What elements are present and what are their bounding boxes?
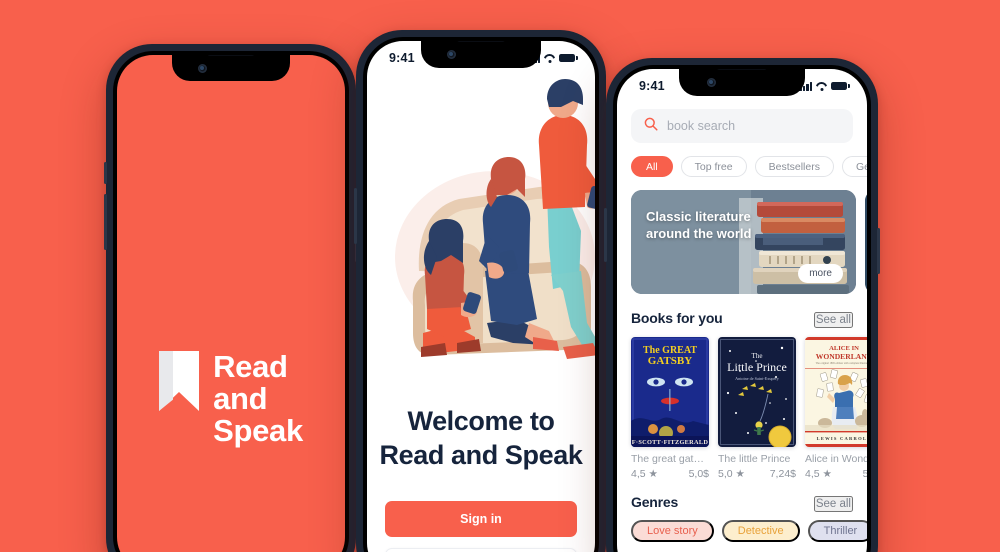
poster-stage: Read and Speak 9:41 Welcome to Read and … <box>0 0 1000 552</box>
notch-right <box>679 69 805 96</box>
phone-right: 9:41 book search All Top free Bestseller… <box>604 58 880 552</box>
the-little-prince-cover: The Little Prince Antoine de Saint-Exupé… <box>718 337 796 447</box>
books-section-header: Books for you See all <box>617 294 867 328</box>
svg-text:Little Prince: Little Prince <box>727 360 787 374</box>
book-price: 5,0$ <box>862 468 867 480</box>
onboarding-illustration <box>367 75 595 375</box>
auth-actions: Sign in Continue with Apple <box>385 501 577 552</box>
search-placeholder: book search <box>667 119 736 133</box>
status-time: 9:41 <box>389 51 415 65</box>
genres-see-all-link[interactable]: See all <box>813 496 853 512</box>
book-rating: 4,5 ★ <box>805 468 832 480</box>
book-card[interactable]: The GREAT GATSBY F·SCOTT·FITZGERALD The … <box>631 337 709 480</box>
books-carousel[interactable]: The GREAT GATSBY F·SCOTT·FITZGERALD The … <box>617 328 867 480</box>
front-camera-icon <box>197 63 207 73</box>
earpiece-speaker <box>207 55 255 56</box>
volume-buttons-left[interactable] <box>104 194 107 250</box>
earpiece-speaker <box>457 41 505 42</box>
book-meta: 5,0 ★ 7,24$ <box>718 468 796 480</box>
volume-buttons-right[interactable] <box>604 208 607 262</box>
promo-banner-next[interactable]: Classic literature around the world <box>865 190 867 294</box>
front-camera-icon <box>706 78 716 87</box>
books-section-title: Books for you <box>631 310 723 326</box>
bookmark-icon <box>159 351 200 411</box>
continue-with-apple-button[interactable]: Continue with Apple <box>385 548 577 552</box>
phone-middle: 9:41 Welcome to Read and Speak Sign in <box>354 30 608 552</box>
svg-text:ALICE IN: ALICE IN <box>829 345 859 352</box>
phone-middle-screen: 9:41 Welcome to Read and Speak Sign in <box>367 41 595 552</box>
svg-text:The original 1865 edition with: The original 1865 edition with complete … <box>816 362 867 365</box>
promo-banner[interactable]: Classic literature around the world more <box>631 190 856 294</box>
app-logo-text: Read and Speak <box>213 351 303 447</box>
battery-icon <box>831 81 850 91</box>
power-button-right-phone[interactable] <box>877 228 880 274</box>
notch-middle <box>421 41 541 68</box>
book-rating: 5,0 ★ <box>718 468 745 480</box>
banner-title-line-1: Classic literature <box>646 209 751 224</box>
page-title: Welcome to Read and Speak <box>367 405 595 473</box>
phone-left-bezel: Read and Speak <box>113 51 349 552</box>
book-price: 7,24$ <box>769 468 796 480</box>
wifi-icon <box>816 82 827 91</box>
svg-text:Antoine de Saint-Exupéry: Antoine de Saint-Exupéry <box>735 376 780 381</box>
phone-right-bezel: 9:41 book search All Top free Bestseller… <box>613 65 871 552</box>
sign-in-button[interactable]: Sign in <box>385 501 577 537</box>
genre-chip-detective[interactable]: Detective <box>721 520 800 542</box>
book-price: 5,0$ <box>688 468 709 480</box>
front-camera-icon <box>447 50 457 59</box>
search-icon <box>644 117 658 136</box>
genres-chip-row[interactable]: Love story Detective Thriller <box>617 512 867 542</box>
mute-switch-left[interactable] <box>104 162 107 184</box>
svg-text:GATSBY: GATSBY <box>648 355 692 367</box>
book-title: Alice in Wonder... <box>805 453 867 465</box>
svg-text:F·SCOTT·FITZGERALD: F·SCOTT·FITZGERALD <box>632 439 709 446</box>
volume-buttons-middle[interactable] <box>354 188 357 244</box>
genres-section-title: Genres <box>631 494 679 510</box>
filter-chip-row: All Top free Bestsellers Genres <box>617 143 867 177</box>
genre-chip-love-story[interactable]: Love story <box>631 520 714 542</box>
book-title: The great gatsby <box>631 453 709 465</box>
books-see-all-link[interactable]: See all <box>813 312 853 328</box>
title-line-2: Read and Speak <box>379 439 583 470</box>
notch-left <box>172 55 290 81</box>
banner-title-line-2: around the world <box>646 225 752 241</box>
book-title: The little Prince <box>718 453 791 465</box>
the-great-gatsby-cover: The GREAT GATSBY F·SCOTT·FITZGERALD <box>631 337 709 447</box>
banner-title: Classic literature around the world <box>646 209 751 242</box>
logo-line-1: Read <box>213 349 288 384</box>
filter-chip-all[interactable]: All <box>631 156 673 177</box>
svg-text:The: The <box>752 352 763 360</box>
svg-text:WONDERLAND: WONDERLAND <box>816 352 867 361</box>
book-meta: 4,5 ★ 5,0$ <box>631 468 709 480</box>
catalog-screen: book search All Top free Bestsellers Gen… <box>617 103 867 552</box>
status-time: 9:41 <box>639 79 665 93</box>
phone-left-screen: Read and Speak <box>117 55 345 552</box>
promo-banner-carousel[interactable]: Classic literature around the world more <box>617 177 867 294</box>
book-meta: 4,5 ★ 5,0$ <box>805 468 867 480</box>
logo-line-3: Speak <box>213 412 303 448</box>
phone-left: Read and Speak <box>104 44 358 552</box>
phone-middle-bezel: 9:41 Welcome to Read and Speak Sign in <box>363 37 599 552</box>
alice-in-wonderland-cover: ALICE IN WONDERLAND The original 1865 ed… <box>805 337 867 447</box>
book-rating: 4,5 ★ <box>631 468 658 480</box>
genre-chip-thriller[interactable]: Thriller <box>807 520 867 542</box>
book-card[interactable]: The Little Prince Antoine de Saint-Exupé… <box>718 337 796 480</box>
logo-line-2: and <box>213 380 268 416</box>
filter-chip-top-free[interactable]: Top free <box>680 156 747 177</box>
app-logo: Read and Speak <box>117 351 345 447</box>
search-input[interactable]: book search <box>631 109 853 143</box>
earpiece-speaker <box>716 69 768 70</box>
filter-chip-genres[interactable]: Genres <box>841 156 867 177</box>
svg-text:LEWIS CARROLL: LEWIS CARROLL <box>817 436 867 441</box>
battery-icon <box>559 53 578 63</box>
genres-section-header: Genres See all <box>617 480 867 512</box>
banner-more-button[interactable]: more <box>798 264 843 283</box>
book-card[interactable]: ALICE IN WONDERLAND The original 1865 ed… <box>805 337 867 480</box>
title-line-1: Welcome to <box>407 406 555 436</box>
wifi-icon <box>544 54 555 63</box>
filter-chip-bestsellers[interactable]: Bestsellers <box>754 156 834 177</box>
phone-right-screen: 9:41 book search All Top free Bestseller… <box>617 69 867 552</box>
